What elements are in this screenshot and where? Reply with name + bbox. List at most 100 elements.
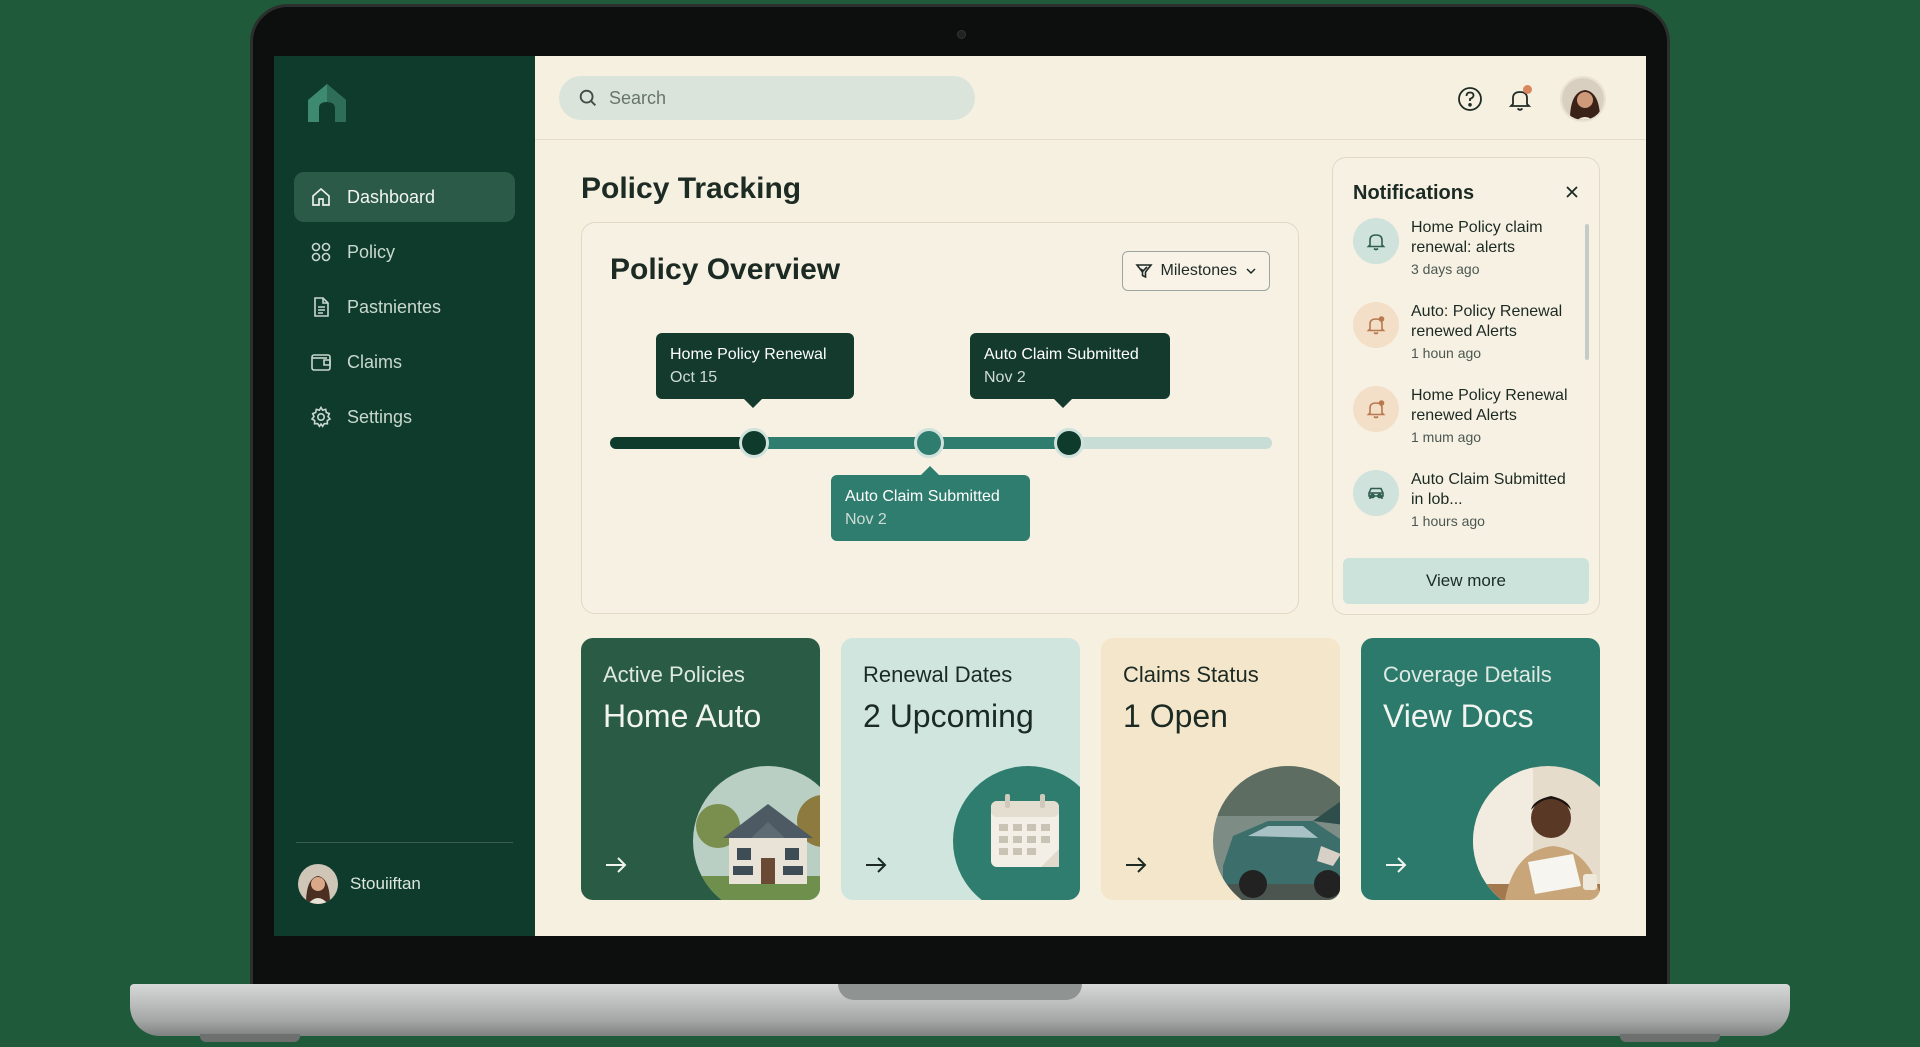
notification-text: Auto: Policy Renewal renewed Alerts — [1411, 303, 1563, 340]
sidebar-divider — [296, 842, 513, 843]
home-icon — [309, 185, 333, 209]
timeline-node[interactable] — [739, 428, 769, 458]
check-filter-icon — [1134, 262, 1153, 280]
laptop-foot-right — [1620, 1034, 1720, 1042]
top-bar — [535, 56, 1646, 140]
laptop-foot-left — [200, 1034, 300, 1042]
sidebar-item-label: Settings — [347, 406, 413, 427]
arrow-right-icon[interactable] — [1383, 852, 1409, 878]
house-image — [693, 766, 820, 900]
sidebar-item-pastnientes[interactable]: Pastnientes — [294, 282, 515, 332]
grid-icon — [309, 240, 333, 264]
help-icon[interactable] — [1456, 85, 1484, 113]
notification-list: Home Policy claim renewal: alerts 3 days… — [1353, 218, 1573, 554]
search-input[interactable] — [609, 87, 949, 109]
timeline-node[interactable] — [914, 428, 944, 458]
notifications-title: Notifications — [1353, 182, 1475, 204]
card-label: Coverage Details — [1383, 662, 1552, 687]
policy-overview-panel: Policy Overview Milestones Home Policy R… — [581, 222, 1299, 614]
arrow-right-icon[interactable] — [863, 852, 889, 878]
scrollbar[interactable] — [1585, 224, 1589, 360]
bell-icon[interactable] — [1506, 85, 1534, 113]
sidebar: Dashboard Policy Pastnientes Claims Sett… — [274, 56, 535, 936]
milestone-tooltip: Auto Claim Submitted Nov 2 — [831, 466, 1030, 541]
calendar-image — [953, 766, 1080, 900]
timeline-node[interactable] — [1054, 428, 1084, 458]
sidebar-item-label: Policy — [347, 241, 396, 262]
page-title: Policy Tracking — [581, 172, 802, 205]
overview-title: Policy Overview — [610, 253, 841, 286]
timeline-track — [610, 428, 1272, 458]
main-content: Policy Tracking Policy Overview Mileston… — [535, 56, 1646, 936]
timeline-segment-completed — [610, 437, 755, 449]
notification-time: 1 houn ago — [1411, 345, 1482, 361]
milestone-date: Nov 2 — [845, 511, 887, 528]
sidebar-item-settings[interactable]: Settings — [294, 392, 515, 442]
app-screen: Dashboard Policy Pastnientes Claims Sett… — [274, 56, 1646, 936]
sidebar-item-label: Dashboard — [347, 186, 436, 207]
arrow-right-icon[interactable] — [603, 852, 629, 878]
card-label: Renewal Dates — [863, 662, 1013, 687]
timeline-segment-upcoming — [1075, 437, 1272, 449]
sidebar-nav: Dashboard Policy Pastnientes Claims Sett… — [294, 172, 515, 447]
sidebar-item-claims[interactable]: Claims — [294, 337, 515, 387]
notification-item[interactable]: Home Policy Renewal renewed Alerts 1 mum… — [1353, 386, 1573, 470]
person-reading-image — [1473, 766, 1600, 900]
wallet-icon — [309, 350, 333, 374]
notifications-panel: Notifications Home Policy claim renewal:… — [1332, 157, 1600, 615]
camera — [957, 30, 966, 39]
car-icon — [1353, 470, 1399, 516]
milestone-title: Auto Claim Submitted — [845, 488, 1000, 505]
close-icon[interactable] — [1563, 183, 1581, 201]
top-icons — [1434, 76, 1606, 122]
card-label: Active Policies — [603, 662, 745, 687]
card-value: 1 Open — [1123, 698, 1228, 734]
document-icon — [309, 295, 333, 319]
search-bar[interactable] — [559, 76, 975, 120]
card-value: 2 Upcoming — [863, 698, 1034, 734]
avatar[interactable] — [1560, 76, 1606, 122]
damaged-car-image — [1213, 766, 1340, 900]
gear-icon — [309, 405, 333, 429]
view-more-button[interactable]: View more — [1343, 558, 1589, 604]
milestones-dropdown[interactable]: Milestones — [1121, 251, 1270, 291]
renewal-dates-card[interactable]: Renewal Dates 2 Upcoming — [841, 638, 1080, 900]
notification-dot — [1523, 85, 1532, 94]
avatar — [298, 864, 338, 904]
milestone-tooltip: Home Policy Renewal Oct 15 — [656, 333, 854, 408]
sidebar-item-policy[interactable]: Policy — [294, 227, 515, 277]
chevron-down-icon — [1245, 265, 1257, 277]
claims-status-card[interactable]: Claims Status 1 Open — [1101, 638, 1340, 900]
sidebar-item-dashboard[interactable]: Dashboard — [294, 172, 515, 222]
card-value: View Docs — [1383, 698, 1534, 734]
notification-item[interactable]: Auto Claim Submitted in lob... 1 hours a… — [1353, 470, 1573, 554]
laptop-notch — [838, 984, 1082, 1000]
search-icon — [579, 89, 596, 106]
arrow-right-icon[interactable] — [1123, 852, 1149, 878]
bell-icon — [1353, 218, 1399, 264]
sidebar-item-label: Claims — [347, 351, 403, 372]
sidebar-item-label: Pastnientes — [347, 296, 442, 317]
card-value: Home Auto — [603, 698, 762, 734]
card-label: Claims Status — [1123, 662, 1259, 687]
notification-time: 3 days ago — [1411, 261, 1480, 277]
logo-icon[interactable] — [304, 80, 350, 124]
coverage-details-card[interactable]: Coverage Details View Docs — [1361, 638, 1600, 900]
user-name: Stouiiftan — [350, 874, 421, 893]
milestone-title: Home Policy Renewal — [670, 346, 827, 363]
notification-item[interactable]: Home Policy claim renewal: alerts 3 days… — [1353, 218, 1573, 302]
bell-alert-icon — [1353, 386, 1399, 432]
bell-alert-icon — [1353, 302, 1399, 348]
user-profile[interactable]: Stouiiftan — [298, 864, 421, 904]
notification-text: Home Policy claim renewal: alerts — [1411, 219, 1543, 256]
notification-text: Auto Claim Submitted in lob... — [1411, 471, 1566, 508]
milestone-date: Oct 15 — [670, 369, 718, 386]
milestones-label: Milestones — [1160, 262, 1237, 279]
active-policies-card[interactable]: Active Policies Home Auto — [581, 638, 820, 900]
notification-time: 1 mum ago — [1411, 429, 1482, 445]
milestone-date: Nov 2 — [984, 369, 1026, 386]
notification-time: 1 hours ago — [1411, 513, 1485, 529]
notification-text: Home Policy Renewal renewed Alerts — [1411, 387, 1568, 424]
milestone-tooltip: Auto Claim Submitted Nov 2 — [970, 333, 1170, 408]
notification-item[interactable]: Auto: Policy Renewal renewed Alerts 1 ho… — [1353, 302, 1573, 386]
